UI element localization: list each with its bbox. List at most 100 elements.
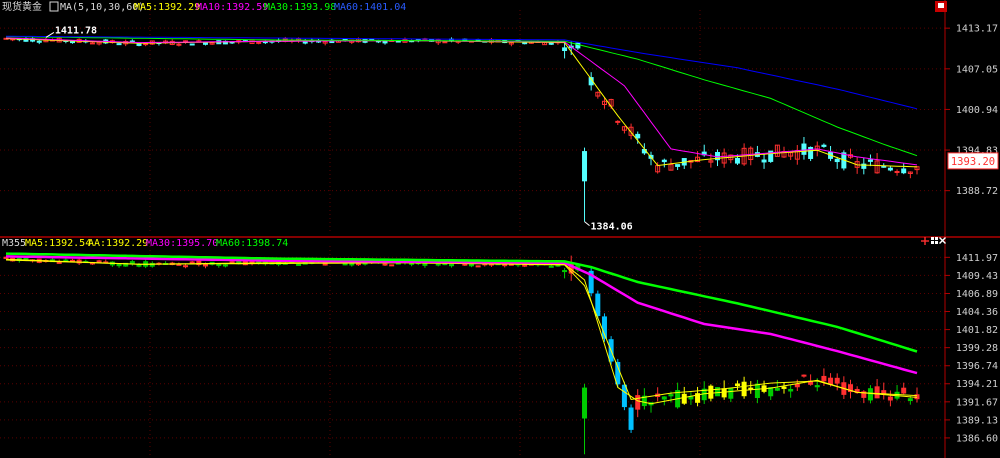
candle-body <box>116 43 122 46</box>
price-tick-label: 1389.13 <box>956 415 998 426</box>
candle-body <box>675 164 681 167</box>
candle-body <box>874 386 880 399</box>
price-tick-label: 1407.05 <box>956 64 998 75</box>
candle-body <box>748 387 754 390</box>
candle-body <box>768 387 774 397</box>
candles-top <box>3 36 920 222</box>
price-tick-label: 1409.43 <box>956 271 998 282</box>
top-panel-header: 现货黄金 MA(5,10,30,60) MA5:1392.29 MA10:139… <box>2 0 406 13</box>
candle-body <box>562 270 568 273</box>
candle-body <box>69 41 75 44</box>
candle-body <box>788 388 794 392</box>
candle-body <box>828 377 834 385</box>
candle-body <box>349 263 355 266</box>
price-tick-label: 1411.97 <box>956 253 998 264</box>
indicator-settings-icon[interactable] <box>49 1 59 12</box>
candle-body <box>834 377 840 384</box>
ma-line-ma60 <box>6 35 918 110</box>
bottom-ma60-readout: MA60:1398.74 <box>216 238 288 249</box>
candle-body <box>355 262 361 266</box>
candle-body <box>628 407 634 430</box>
candle-body <box>901 168 907 174</box>
candle-body <box>661 159 667 163</box>
candle-body <box>229 261 235 264</box>
candle-body <box>721 388 727 398</box>
candle-body <box>887 167 893 171</box>
candle-body <box>382 263 388 266</box>
price-tick-label: 1400.94 <box>956 105 998 116</box>
candle-body <box>582 387 588 419</box>
price-tick-label: 1394.21 <box>956 379 998 390</box>
ma-line-ma5 <box>5 258 918 405</box>
candle-body <box>781 386 787 389</box>
crosshair-icon[interactable] <box>921 237 929 245</box>
price-tick-label: 1404.36 <box>956 307 998 318</box>
instrument-name: 现货黄金 <box>2 0 42 13</box>
candle-body <box>814 385 820 388</box>
price-tick-label: 1388.72 <box>956 186 998 197</box>
candle-body <box>635 133 641 139</box>
candle-body <box>821 144 827 147</box>
candle-body <box>582 151 588 182</box>
candle-body <box>395 40 401 43</box>
candle-body <box>116 263 122 267</box>
candle-body <box>382 40 388 44</box>
price-axis-top: 1413.171407.051400.941394.831388.72 <box>945 24 998 197</box>
candle-body <box>887 396 893 401</box>
candle-body <box>708 385 714 399</box>
ma5-readout: MA5:1392.29 <box>134 2 200 13</box>
bottom-panel-header: M355 MA5:1392.54 AA:1392.29 MA30:1395.70… <box>2 238 288 249</box>
candle-body <box>661 396 667 400</box>
bottom-ma5-readout: MA5:1392.54 <box>25 238 91 249</box>
candle-body <box>548 265 554 268</box>
candle-body <box>36 40 42 43</box>
candle-body <box>143 43 149 46</box>
candle-body <box>442 41 448 44</box>
ma60-readout: MA60:1401.04 <box>334 2 406 13</box>
ma-line-ma30 <box>5 36 918 157</box>
candle-body <box>635 395 641 410</box>
candle-body <box>176 43 182 46</box>
price-tick-label: 1406.89 <box>956 289 998 300</box>
candle-body <box>741 381 747 397</box>
candle-body <box>821 375 827 382</box>
price-tick-label: 1386.60 <box>956 433 998 444</box>
candle-body <box>801 143 807 155</box>
extreme-annotations: 1411.78 1384.06 <box>45 25 633 233</box>
candle-body <box>834 158 840 163</box>
candle-body <box>615 120 621 123</box>
candle-body <box>668 394 674 397</box>
ma-lines-top <box>5 35 918 168</box>
candle-body <box>216 263 222 266</box>
candle-body <box>754 383 760 399</box>
candle-body <box>302 40 308 44</box>
candle-body <box>734 383 740 387</box>
price-tick-label: 1401.82 <box>956 325 998 336</box>
candle-body <box>681 393 687 404</box>
bottom-ma30-readout: MA30:1395.70 <box>146 238 218 249</box>
candle-body <box>389 264 395 267</box>
price-tick-label: 1413.17 <box>956 24 998 35</box>
price-axis-bottom: 1411.97 1409.43 1406.89 1404.36 1401.82 1399.… <box>945 253 998 444</box>
bottom-indicator-name: M355 <box>2 238 26 249</box>
chart-stage: 1413.171407.051400.941394.831388.72 1411… <box>0 0 1000 458</box>
ma30-readout: MA30:1393.98 <box>264 2 336 13</box>
corner-flag-icon[interactable] <box>935 1 947 12</box>
price-tick-label: 1399.28 <box>956 343 998 354</box>
candles-bottom <box>3 255 920 455</box>
candle-body <box>183 265 189 268</box>
candle-body <box>189 43 195 46</box>
price-tick-label: 1396.74 <box>956 361 998 372</box>
candle-body <box>761 159 767 163</box>
candle-body <box>734 157 740 164</box>
candle-body <box>728 387 734 399</box>
candle-body <box>475 265 481 268</box>
candle-body <box>907 398 913 402</box>
grid-icon[interactable] <box>931 237 938 244</box>
candle-body <box>867 159 873 162</box>
candle-body <box>342 263 348 266</box>
price-tick-label: 1391.67 <box>956 397 998 408</box>
bottom-aa-readout: AA:1392.29 <box>88 238 148 249</box>
ma10-readout: MA10:1392.59 <box>196 2 268 13</box>
high-annotation: 1411.78 <box>55 25 97 36</box>
